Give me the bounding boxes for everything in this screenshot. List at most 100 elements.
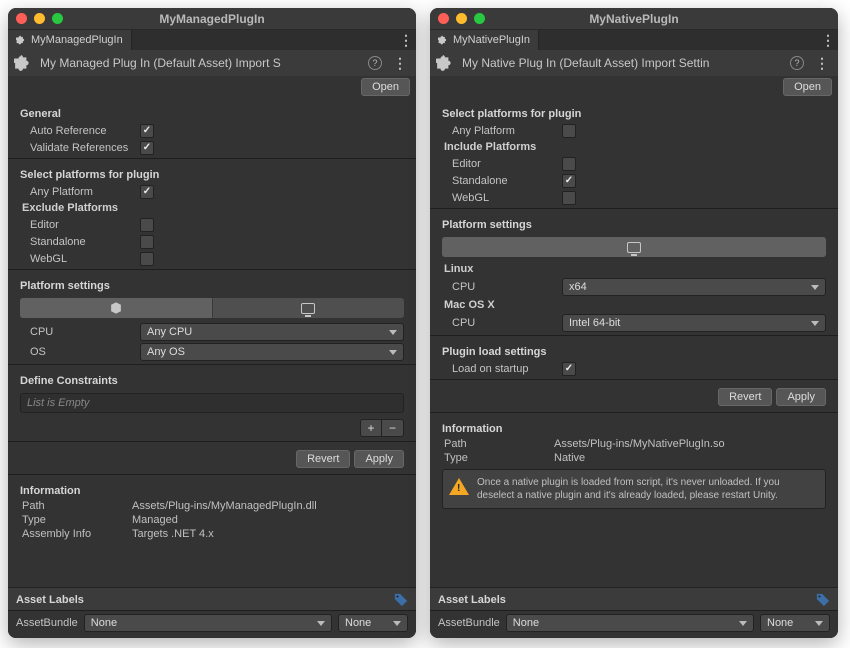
assetbundle-dropdown[interactable]: None	[84, 614, 332, 632]
linux-cpu-dropdown[interactable]: x64	[562, 278, 826, 296]
any-platform-label: Any Platform	[20, 186, 140, 198]
titlebar[interactable]: MyManagedPlugIn	[8, 8, 416, 30]
context-menu-icon[interactable]: ⋮	[812, 55, 832, 72]
editor-label: Editor	[442, 158, 562, 170]
asset-title: My Managed Plug In (Default Asset) Impor…	[40, 56, 360, 70]
native-plugin-window: MyNativePlugIn MyNativePlugIn ⋮ My Nativ…	[430, 8, 838, 638]
asset-labels-header: Asset Labels	[16, 594, 84, 606]
any-platform-checkbox[interactable]	[562, 124, 576, 138]
editor-checkbox[interactable]	[562, 157, 576, 171]
webgl-checkbox[interactable]	[140, 252, 154, 266]
tag-icon[interactable]	[394, 593, 408, 607]
window-title: MyManagedPlugIn	[8, 12, 416, 26]
zoom-icon[interactable]	[474, 13, 485, 24]
auto-reference-checkbox[interactable]	[140, 124, 154, 138]
tag-icon[interactable]	[816, 593, 830, 607]
linux-header: Linux	[438, 261, 830, 277]
tab-menu-icon[interactable]: ⋮	[818, 32, 838, 49]
info-path-value: Assets/Plug-ins/MyManagedPlugIn.dll	[132, 500, 402, 512]
puzzle-icon	[436, 54, 454, 72]
webgl-label: WebGL	[20, 253, 140, 265]
puzzle-icon	[16, 35, 26, 45]
os-dropdown[interactable]: Any OS	[140, 343, 404, 361]
close-icon[interactable]	[438, 13, 449, 24]
managed-plugin-window: MyManagedPlugIn MyManagedPlugIn ⋮ My Man…	[8, 8, 416, 638]
revert-button[interactable]: Revert	[718, 388, 772, 406]
revert-button[interactable]: Revert	[296, 450, 350, 468]
monitor-icon	[627, 242, 641, 253]
include-platforms-label: Include Platforms	[438, 139, 830, 155]
information-header: Information	[16, 479, 408, 499]
tab-label: MyNativePlugIn	[453, 34, 530, 46]
tab-bar: MyManagedPlugIn ⋮	[8, 30, 416, 50]
standalone-checkbox[interactable]	[140, 235, 154, 249]
help-icon[interactable]: ?	[790, 56, 804, 70]
open-button[interactable]: Open	[361, 78, 410, 96]
remove-constraint-button[interactable]: −	[382, 419, 404, 437]
info-assembly-value: Targets .NET 4.x	[132, 528, 402, 540]
tab-menu-icon[interactable]: ⋮	[396, 32, 416, 49]
puzzle-icon	[14, 54, 32, 72]
information-header: Information	[438, 417, 830, 437]
close-icon[interactable]	[16, 13, 27, 24]
assetbundle-label: AssetBundle	[16, 617, 78, 629]
define-constraints-header: Define Constraints	[16, 369, 408, 389]
open-button[interactable]: Open	[783, 78, 832, 96]
assetbundle-variant-dropdown[interactable]: None	[760, 614, 830, 632]
info-path-label: Path	[444, 438, 554, 450]
validate-references-label: Validate References	[20, 142, 140, 154]
cpu-dropdown[interactable]: Any CPU	[140, 323, 404, 341]
any-platform-label: Any Platform	[442, 125, 562, 137]
exclude-platforms-label: Exclude Platforms	[16, 200, 408, 216]
cpu-label: CPU	[20, 326, 140, 338]
add-constraint-button[interactable]: +	[360, 419, 382, 437]
minimize-icon[interactable]	[456, 13, 467, 24]
asset-title: My Native Plug In (Default Asset) Import…	[462, 56, 782, 70]
apply-button[interactable]: Apply	[354, 450, 404, 468]
select-platforms-header: Select platforms for plugin	[438, 102, 830, 122]
unity-logo-icon	[110, 302, 122, 314]
warning-text: Once a native plugin is loaded from scri…	[477, 476, 819, 502]
platform-tabs	[20, 298, 404, 318]
platform-tab-standalone[interactable]	[442, 237, 826, 257]
platform-tab-editor[interactable]	[20, 298, 212, 318]
any-platform-checkbox[interactable]	[140, 185, 154, 199]
warning-box: Once a native plugin is loaded from scri…	[442, 469, 826, 509]
tab-bar: MyNativePlugIn ⋮	[430, 30, 838, 50]
general-header: General	[16, 102, 408, 122]
load-on-startup-checkbox[interactable]	[562, 362, 576, 376]
os-label: OS	[20, 346, 140, 358]
standalone-checkbox[interactable]	[562, 174, 576, 188]
editor-label: Editor	[20, 219, 140, 231]
window-title: MyNativePlugIn	[430, 12, 838, 26]
info-path-value: Assets/Plug-ins/MyNativePlugIn.so	[554, 438, 824, 450]
assetbundle-variant-dropdown[interactable]: None	[338, 614, 408, 632]
warning-icon	[449, 478, 469, 495]
apply-button[interactable]: Apply	[776, 388, 826, 406]
platform-tab-standalone[interactable]	[212, 298, 405, 318]
validate-references-checkbox[interactable]	[140, 141, 154, 155]
info-type-label: Type	[22, 514, 132, 526]
assetbundle-dropdown[interactable]: None	[506, 614, 754, 632]
info-type-value: Native	[554, 452, 824, 464]
help-icon[interactable]: ?	[368, 56, 382, 70]
mac-cpu-dropdown[interactable]: Intel 64-bit	[562, 314, 826, 332]
auto-reference-label: Auto Reference	[20, 125, 140, 137]
linux-cpu-label: CPU	[442, 281, 562, 293]
tab-mynativeplugin[interactable]: MyNativePlugIn	[430, 30, 539, 50]
mac-cpu-label: CPU	[442, 317, 562, 329]
platform-tabs	[442, 237, 826, 257]
titlebar[interactable]: MyNativePlugIn	[430, 8, 838, 30]
monitor-icon	[301, 303, 315, 314]
minimize-icon[interactable]	[34, 13, 45, 24]
constraints-list[interactable]: List is Empty	[20, 393, 404, 413]
tab-mymanagedplugin[interactable]: MyManagedPlugIn	[8, 30, 132, 50]
zoom-icon[interactable]	[52, 13, 63, 24]
context-menu-icon[interactable]: ⋮	[390, 55, 410, 72]
standalone-label: Standalone	[442, 175, 562, 187]
webgl-checkbox[interactable]	[562, 191, 576, 205]
inspector-header: My Managed Plug In (Default Asset) Impor…	[8, 50, 416, 76]
editor-checkbox[interactable]	[140, 218, 154, 232]
assetbundle-label: AssetBundle	[438, 617, 500, 629]
info-type-value: Managed	[132, 514, 402, 526]
